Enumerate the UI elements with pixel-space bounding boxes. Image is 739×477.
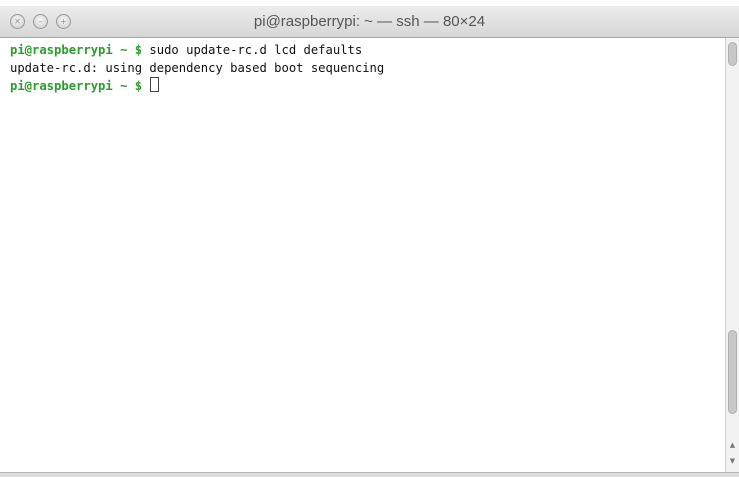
scroll-down-icon[interactable]: ▼ bbox=[726, 454, 739, 468]
terminal-window: ✕ – + pi@raspberrypi: ~ — ssh — 80×24 pi… bbox=[0, 0, 739, 477]
vertical-scrollbar[interactable]: ▲ ▼ bbox=[725, 38, 739, 472]
prompt-user: pi@raspberrypi bbox=[10, 43, 113, 57]
terminal-line: update-rc.d: using dependency based boot… bbox=[10, 59, 384, 77]
window-title: pi@raspberrypi: ~ — ssh — 80×24 bbox=[253, 13, 486, 30]
output-text: update-rc.d: using dependency based boot… bbox=[10, 61, 385, 75]
command-text: sudo update-rc.d lcd defaults bbox=[149, 43, 363, 57]
title-bar[interactable]: ✕ – + pi@raspberrypi: ~ — ssh — 80×24 bbox=[0, 6, 739, 38]
prompt-path: ~ $ bbox=[112, 79, 150, 93]
scroll-up-icon[interactable]: ▲ bbox=[726, 438, 739, 452]
terminal-line: pi@raspberrypi ~ $ bbox=[10, 77, 160, 95]
window-bottom-edge bbox=[0, 472, 739, 477]
scrollbar-thumb[interactable] bbox=[728, 330, 737, 414]
prompt-path: ~ $ bbox=[112, 43, 150, 57]
terminal-line: pi@raspberrypi ~ $ sudo update-rc.d lcd … bbox=[10, 41, 362, 59]
terminal-content[interactable]: pi@raspberrypi ~ $ sudo update-rc.d lcd … bbox=[0, 38, 725, 472]
prompt-user: pi@raspberrypi bbox=[10, 79, 113, 93]
text-cursor bbox=[150, 77, 160, 92]
scrollbar-top-thumb[interactable] bbox=[728, 42, 737, 66]
